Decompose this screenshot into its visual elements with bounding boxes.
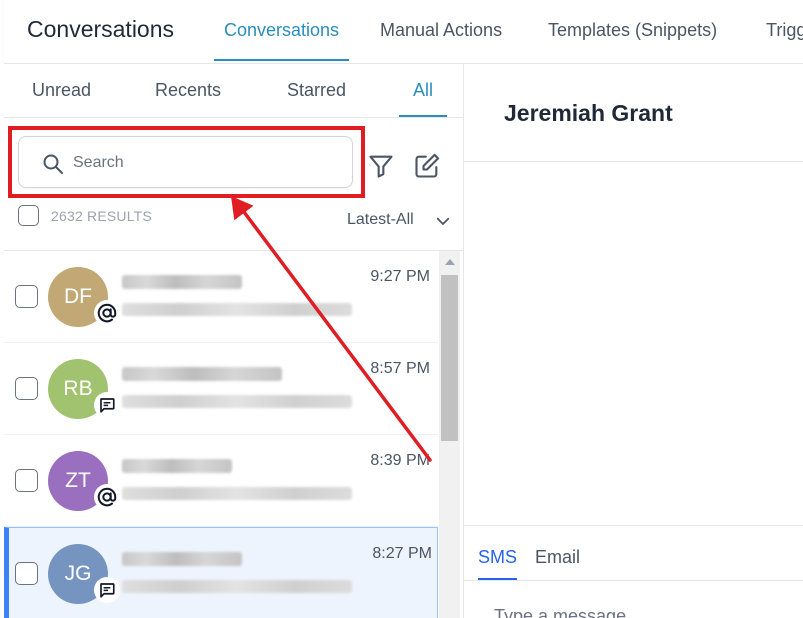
at-sign-icon: [94, 484, 120, 510]
scrollbar-thumb[interactable]: [441, 275, 458, 441]
at-sign-icon: [94, 300, 120, 326]
row-checkbox[interactable]: [15, 377, 38, 400]
filter-tab-recents[interactable]: Recents: [155, 80, 221, 118]
composer-tab-email[interactable]: Email: [535, 547, 580, 581]
filter-tab-unread[interactable]: Unread: [32, 80, 91, 118]
composer-tabs: SMS Email: [464, 526, 803, 581]
filter-tab-starred[interactable]: Starred: [287, 80, 346, 118]
tab-triggers[interactable]: Trigg: [766, 20, 803, 60]
top-nav-bar: Conversations Conversations Manual Actio…: [4, 0, 803, 64]
filter-icon[interactable]: [367, 152, 395, 180]
contact-header: Jeremiah Grant: [464, 64, 803, 162]
conversation-row[interactable]: DF 9:27 PM: [4, 251, 438, 343]
search-input[interactable]: [73, 151, 333, 175]
row-checkbox[interactable]: [15, 562, 38, 585]
search-box: [18, 136, 353, 188]
message-preview-redacted: [122, 303, 352, 316]
conversation-list: DF 9:27 PM RB 8:57 PM ZT 8:39 PM JG 8:27…: [4, 251, 438, 618]
row-checkbox[interactable]: [15, 469, 38, 492]
filter-tabs: Unread Recents Starred All: [4, 64, 464, 118]
message-input[interactable]: [494, 604, 794, 618]
compose-icon[interactable]: [413, 152, 441, 180]
conversation-row-selected[interactable]: JG 8:27 PM: [4, 527, 438, 618]
tab-conversations[interactable]: Conversations: [213, 20, 350, 61]
conversation-list-panel: Unread Recents Starred All 2632 RESULTS …: [4, 64, 464, 618]
tab-templates-snippets[interactable]: Templates (Snippets): [548, 20, 717, 60]
filter-tab-all[interactable]: All: [398, 80, 448, 118]
contact-name-redacted: [122, 552, 242, 566]
contact-name-redacted: [122, 367, 282, 381]
timestamp: 8:27 PM: [372, 545, 432, 562]
timestamp: 8:57 PM: [370, 360, 430, 377]
message-icon: [94, 392, 120, 418]
conversation-row[interactable]: ZT 8:39 PM: [4, 435, 438, 527]
select-all-checkbox[interactable]: [18, 205, 39, 226]
conversation-detail-panel: Jeremiah Grant SMS Email: [464, 64, 803, 618]
composer-tab-sms[interactable]: SMS: [478, 547, 518, 581]
timestamp: 9:27 PM: [370, 268, 430, 285]
message-composer: SMS Email: [464, 525, 803, 618]
message-preview-redacted: [122, 395, 352, 408]
row-checkbox[interactable]: [15, 285, 38, 308]
sort-dropdown[interactable]: Latest-All: [347, 211, 414, 229]
timestamp: 8:39 PM: [370, 452, 430, 469]
results-count: 2632 RESULTS: [51, 208, 152, 224]
message-preview-redacted: [122, 487, 352, 500]
chevron-down-icon[interactable]: [434, 212, 452, 230]
app-title: Conversations: [27, 16, 175, 42]
message-preview-redacted: [122, 580, 352, 593]
search-icon: [43, 154, 63, 174]
conversation-row[interactable]: RB 8:57 PM: [4, 343, 438, 435]
tab-manual-actions[interactable]: Manual Actions: [380, 20, 502, 60]
contact-name-redacted: [122, 459, 232, 473]
list-scrollbar[interactable]: [439, 251, 460, 618]
scroll-up-arrow-icon[interactable]: [445, 259, 455, 265]
message-icon: [94, 577, 120, 603]
contact-name: Jeremiah Grant: [504, 100, 673, 126]
contact-name-redacted: [122, 275, 242, 289]
